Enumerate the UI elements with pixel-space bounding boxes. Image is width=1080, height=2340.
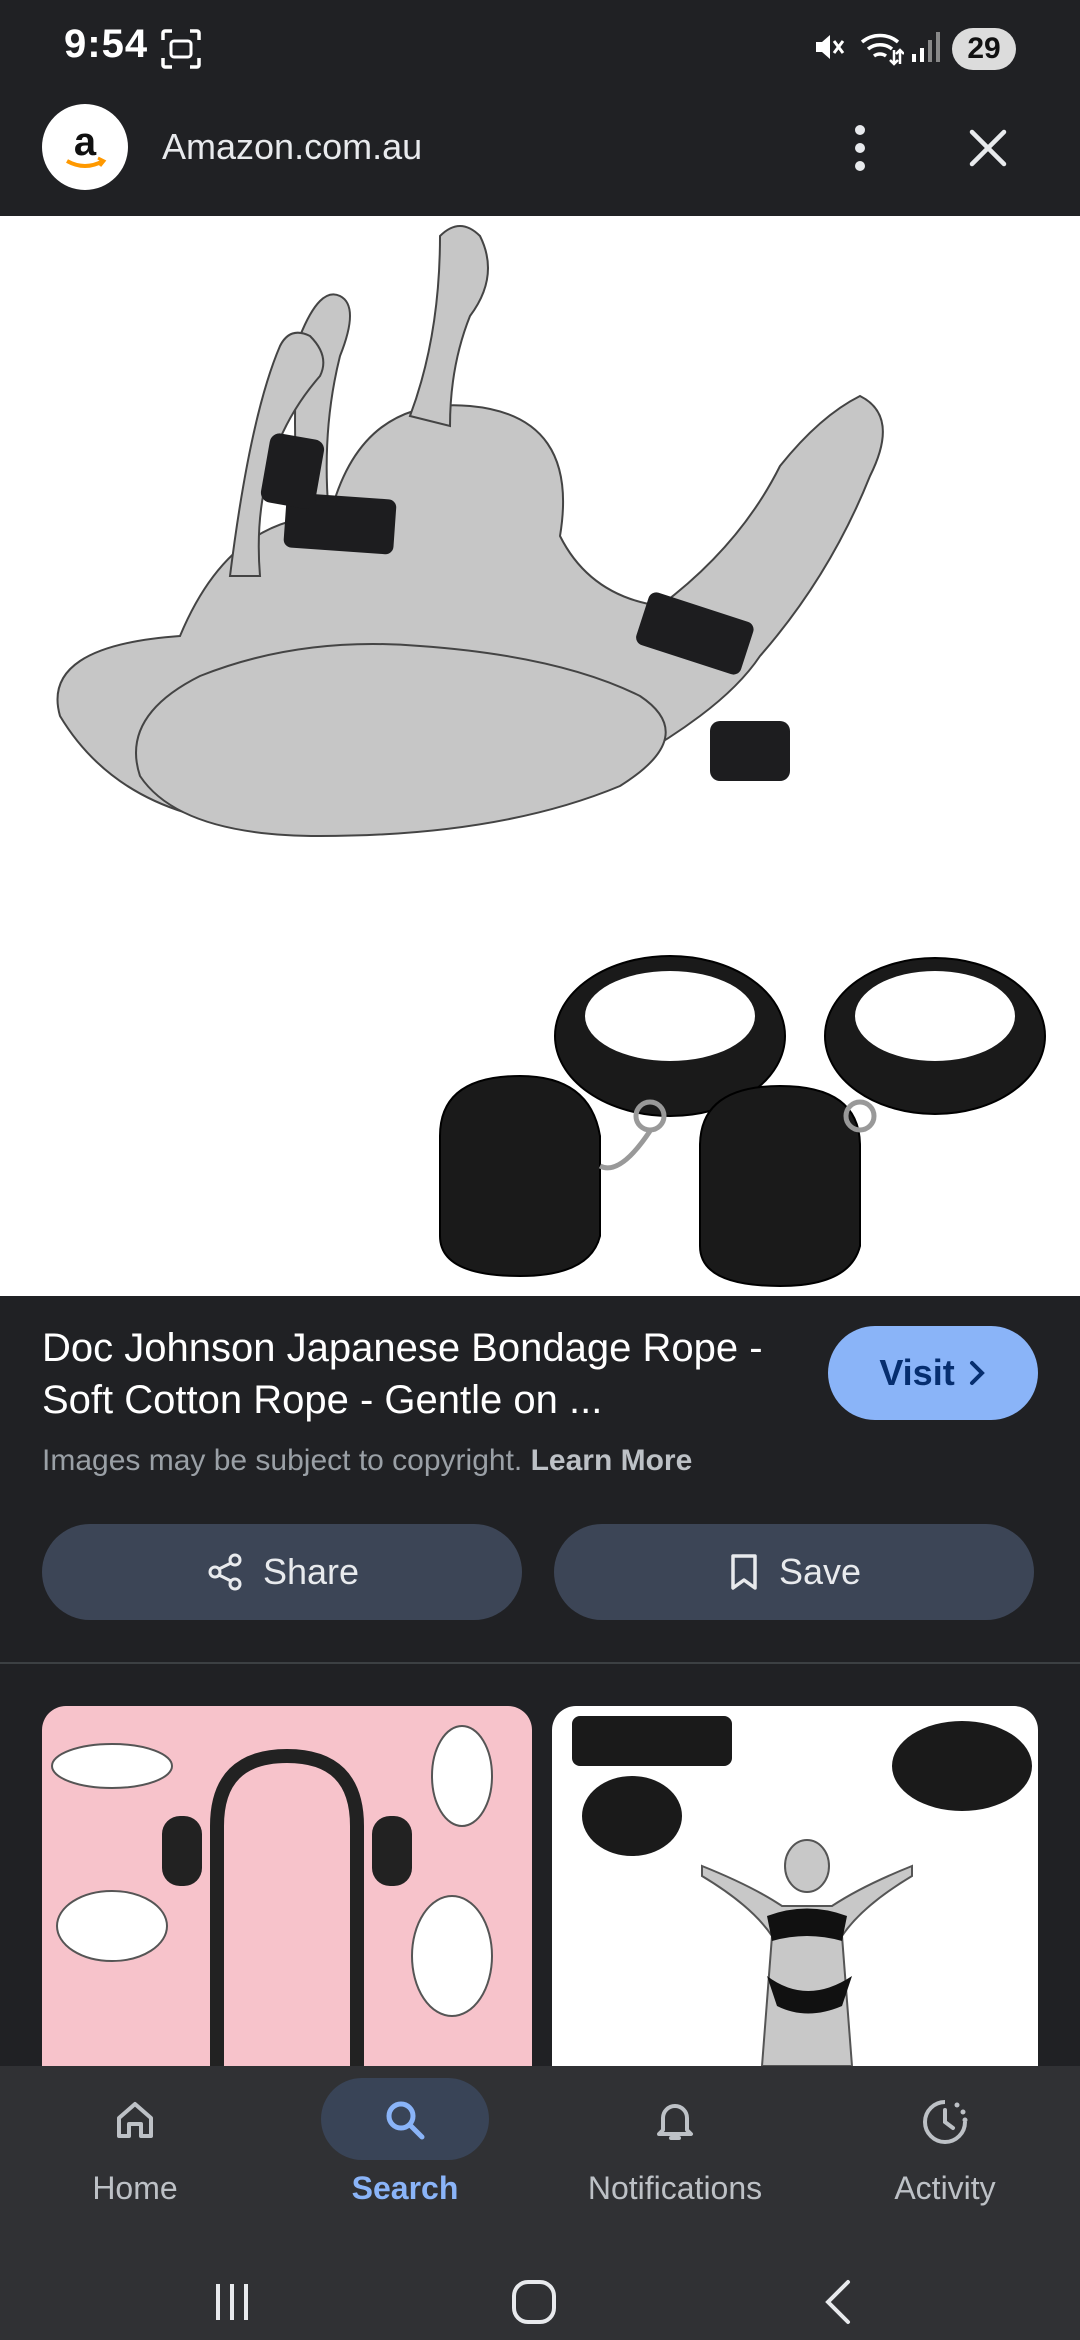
search-icon (386, 2101, 425, 2140)
wifi-icon (860, 33, 904, 66)
nav-notifications-label: Notifications (587, 2170, 763, 2206)
bookmark-icon (731, 1554, 757, 1590)
visit-button[interactable]: Visit (828, 1326, 1038, 1420)
amazon-logo-icon: a (66, 120, 107, 168)
site-title: Amazon.com.au (162, 126, 423, 167)
nav-home-label: Home (92, 2170, 178, 2206)
copyright-notice: Images may be subject to copyright. Lear… (42, 1444, 692, 1478)
back-icon[interactable] (818, 2278, 862, 2326)
section-divider (0, 1662, 1080, 1664)
site-logo[interactable]: a (42, 104, 128, 190)
home-button-icon[interactable] (510, 2278, 558, 2326)
share-button[interactable]: Share (42, 1524, 522, 1620)
related-illustration-1 (51, 1725, 493, 2066)
nav-activity-label: Activity (894, 2170, 996, 2206)
copyright-text: Images may be subject to copyright. (42, 1444, 523, 1477)
visit-label: Visit (879, 1352, 955, 1393)
nav-activity[interactable]: Activity (810, 2078, 1080, 2228)
system-navigation-bar (0, 2260, 1080, 2340)
activity-icon (923, 2100, 968, 2144)
share-label: Share (262, 1551, 360, 1592)
bell-icon (657, 2104, 693, 2140)
nav-home[interactable]: Home (0, 2078, 270, 2228)
mute-icon (816, 35, 845, 59)
home-icon (117, 2102, 153, 2138)
related-illustration-2 (572, 1716, 1032, 2066)
more-vert-icon[interactable] (836, 118, 884, 178)
nav-search-label: Search (351, 2170, 459, 2206)
related-image-1[interactable] (42, 1706, 532, 2066)
status-time: 9:54 (64, 22, 149, 66)
save-label: Save (778, 1551, 862, 1592)
product-illustration (56, 225, 1046, 1288)
close-icon[interactable] (958, 118, 1018, 178)
nav-notifications[interactable]: Notifications (540, 2078, 810, 2228)
save-button[interactable]: Save (554, 1524, 1034, 1620)
nav-search[interactable]: Search (270, 2078, 540, 2228)
result-title[interactable]: Doc Johnson Japanese Bondage Rope - Soft… (42, 1322, 802, 1426)
main-product-image[interactable] (0, 216, 1080, 1296)
logo-letter: a (74, 120, 97, 164)
signal-icon (912, 32, 940, 62)
related-image-2[interactable] (552, 1706, 1038, 2066)
chevron-right-icon (969, 1361, 985, 1385)
screenshot-icon (161, 29, 201, 69)
share-icon (208, 1553, 242, 1591)
learn-more-link[interactable]: Learn More (531, 1444, 693, 1477)
battery-badge: 29 (952, 28, 1016, 70)
recent-apps-icon[interactable] (210, 2280, 254, 2324)
